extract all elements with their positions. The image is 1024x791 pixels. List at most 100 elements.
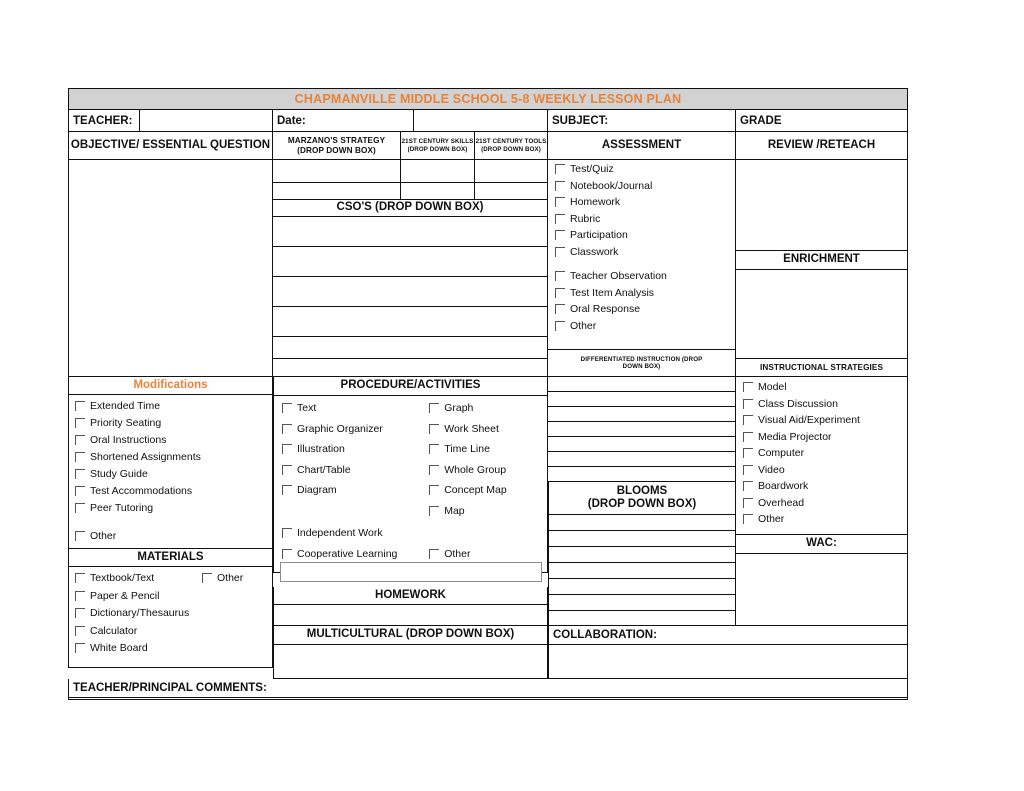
- assessment-item[interactable]: Other: [555, 320, 735, 332]
- differentiated-row[interactable]: [548, 407, 736, 422]
- checkbox-icon[interactable]: [743, 431, 753, 442]
- checkbox-icon[interactable]: [555, 287, 565, 298]
- assessment-item[interactable]: Oral Response: [555, 304, 735, 315]
- checkbox-icon[interactable]: [429, 423, 440, 434]
- differentiated-row[interactable]: [548, 467, 736, 482]
- instructional-item[interactable]: Class Discussion: [743, 398, 907, 410]
- materials-item[interactable]: Other: [202, 573, 272, 584]
- procedure-item[interactable]: Illustration: [282, 444, 429, 455]
- enrichment-field[interactable]: [736, 270, 908, 359]
- checkbox-icon[interactable]: [555, 213, 565, 224]
- checkbox-icon[interactable]: [75, 435, 85, 446]
- checkbox-icon[interactable]: [75, 625, 85, 636]
- instructional-item[interactable]: Overhead: [743, 497, 907, 509]
- blooms-row[interactable]: [548, 531, 736, 547]
- review-reteach-field[interactable]: [736, 160, 908, 251]
- procedure-other-input[interactable]: [280, 562, 542, 582]
- checkbox-icon[interactable]: [555, 197, 565, 208]
- tools-field-2[interactable]: [475, 183, 548, 200]
- objective-field[interactable]: [68, 160, 273, 377]
- checkbox-icon[interactable]: [429, 403, 440, 414]
- assessment-item[interactable]: Rubric: [555, 213, 735, 225]
- marzano-field[interactable]: [273, 160, 401, 183]
- materials-item[interactable]: White Board: [75, 643, 202, 654]
- cso-row[interactable]: [273, 217, 548, 247]
- materials-item[interactable]: Dictionary/Thesaurus: [75, 608, 202, 619]
- assessment-item[interactable]: Classwork: [555, 246, 735, 258]
- blooms-row[interactable]: [548, 611, 736, 626]
- cso-row[interactable]: [273, 337, 548, 359]
- checkbox-icon[interactable]: [75, 503, 85, 514]
- procedure-item[interactable]: Cooperative Learning: [282, 548, 429, 560]
- assessment-item[interactable]: Test/Quiz: [555, 164, 735, 175]
- materials-item[interactable]: Paper & Pencil: [75, 590, 202, 602]
- assessment-item[interactable]: Notebook/Journal: [555, 180, 735, 192]
- differentiated-row[interactable]: [548, 377, 736, 392]
- checkbox-icon[interactable]: [743, 464, 753, 475]
- assessment-item[interactable]: Homework: [555, 197, 735, 208]
- instructional-item[interactable]: Video: [743, 464, 907, 476]
- checkbox-icon[interactable]: [743, 382, 753, 393]
- checkbox-icon[interactable]: [202, 573, 212, 584]
- blooms-row[interactable]: [548, 563, 736, 579]
- procedure-item[interactable]: Independent Work: [282, 528, 429, 539]
- modifications-item[interactable]: Extended Time: [75, 401, 272, 412]
- marzano-field-2[interactable]: [273, 183, 401, 200]
- teacher-value-field[interactable]: [140, 110, 273, 132]
- instructional-item[interactable]: Other: [743, 514, 907, 525]
- collaboration-field[interactable]: [548, 645, 908, 679]
- checkbox-icon[interactable]: [555, 320, 565, 331]
- blooms-row[interactable]: [548, 547, 736, 563]
- checkbox-icon[interactable]: [75, 418, 85, 429]
- checkbox-icon[interactable]: [75, 590, 85, 601]
- blooms-row[interactable]: [548, 595, 736, 611]
- cso-row[interactable]: [273, 277, 548, 307]
- differentiated-row[interactable]: [548, 422, 736, 437]
- modifications-item[interactable]: Study Guide: [75, 469, 272, 480]
- blooms-row[interactable]: [548, 579, 736, 595]
- checkbox-icon[interactable]: [75, 469, 85, 480]
- blooms-row[interactable]: [548, 515, 736, 531]
- cso-row[interactable]: [273, 307, 548, 337]
- checkbox-icon[interactable]: [429, 464, 440, 475]
- checkbox-icon[interactable]: [429, 505, 440, 516]
- assessment-item[interactable]: Participation: [555, 230, 735, 241]
- checkbox-icon[interactable]: [429, 444, 440, 455]
- modifications-item[interactable]: Test Accommodations: [75, 486, 272, 497]
- checkbox-icon[interactable]: [743, 497, 753, 508]
- checkbox-icon[interactable]: [555, 271, 565, 282]
- checkbox-icon[interactable]: [743, 481, 753, 492]
- modifications-item[interactable]: Other: [75, 530, 272, 542]
- checkbox-icon[interactable]: [555, 180, 565, 191]
- modifications-item[interactable]: Priority Seating: [75, 418, 272, 429]
- multicultural-field[interactable]: [273, 645, 548, 679]
- checkbox-icon[interactable]: [282, 485, 292, 496]
- checkbox-icon[interactable]: [555, 304, 565, 315]
- procedure-item[interactable]: Text: [282, 403, 429, 414]
- checkbox-icon[interactable]: [743, 514, 753, 525]
- modifications-item[interactable]: Oral Instructions: [75, 435, 272, 446]
- checkbox-icon[interactable]: [429, 485, 440, 496]
- checkbox-icon[interactable]: [75, 573, 85, 584]
- differentiated-row[interactable]: [548, 452, 736, 467]
- skills-field-2[interactable]: [401, 183, 475, 200]
- checkbox-icon[interactable]: [75, 643, 85, 654]
- homework-field[interactable]: [273, 605, 548, 626]
- modifications-item[interactable]: Shortened Assignments: [75, 452, 272, 463]
- assessment-item[interactable]: Teacher Observation: [555, 271, 735, 282]
- checkbox-icon[interactable]: [282, 464, 292, 475]
- checkbox-icon[interactable]: [75, 486, 85, 497]
- checkbox-icon[interactable]: [555, 164, 565, 175]
- procedure-item[interactable]: Whole Group: [429, 464, 547, 476]
- materials-item[interactable]: Calculator: [75, 625, 202, 637]
- procedure-item[interactable]: Graph: [429, 403, 547, 414]
- checkbox-icon[interactable]: [282, 423, 292, 434]
- differentiated-row[interactable]: [548, 437, 736, 452]
- checkbox-icon[interactable]: [743, 415, 753, 426]
- instructional-item[interactable]: Computer: [743, 448, 907, 459]
- materials-item[interactable]: Textbook/Text: [75, 573, 202, 584]
- instructional-item[interactable]: Visual Aid/Experiment: [743, 415, 907, 426]
- checkbox-icon[interactable]: [282, 403, 292, 414]
- comments-field[interactable]: [68, 698, 908, 700]
- checkbox-icon[interactable]: [555, 246, 565, 257]
